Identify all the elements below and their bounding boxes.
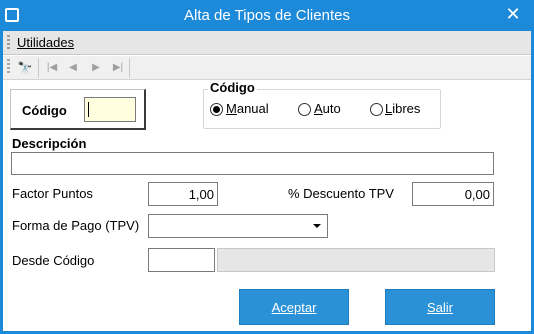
toolbar <box>3 56 531 80</box>
toolbar-separator <box>38 58 39 78</box>
radio-manual[interactable] <box>210 103 223 116</box>
desde-codigo-label: Desde Código <box>12 253 95 268</box>
previous-record-icon[interactable]: ◀ <box>64 59 82 77</box>
descripcion-input[interactable] <box>11 152 494 175</box>
close-icon[interactable]: ✕ <box>498 0 528 31</box>
code-label: Código <box>22 103 67 118</box>
radio-manual-label[interactable]: Manual <box>226 101 269 116</box>
factor-puntos-label: Factor Puntos <box>12 186 93 201</box>
binoculars-icon[interactable]: 🔭 <box>14 59 36 77</box>
salir-button-label: Salir <box>426 300 453 315</box>
aceptar-button-label: Aceptar <box>271 300 317 315</box>
menu-bar <box>3 31 531 55</box>
radio-libres[interactable] <box>370 103 383 116</box>
toolbar-separator <box>129 58 130 78</box>
next-record-icon[interactable]: ▶ <box>87 59 105 77</box>
factor-puntos-input[interactable]: 1,00 <box>148 182 218 206</box>
descuento-tpv-label: % Descuento TPV <box>288 186 394 201</box>
salir-button[interactable]: Salir <box>385 289 495 325</box>
first-record-icon[interactable]: |◀ <box>43 59 61 77</box>
aceptar-button[interactable]: Aceptar <box>239 289 349 325</box>
descripcion-label: Descripción <box>12 136 87 151</box>
forma-pago-select[interactable] <box>148 214 328 238</box>
radio-auto-label[interactable]: Auto <box>314 101 341 116</box>
forma-pago-label: Forma de Pago (TPV) <box>12 218 140 233</box>
code-input[interactable] <box>84 97 136 122</box>
text-caret <box>88 102 89 117</box>
window-title: Alta de Tipos de Clientes <box>184 7 350 24</box>
menu-utilidades[interactable]: Utilidades <box>17 35 74 51</box>
desde-codigo-input[interactable] <box>148 248 215 272</box>
last-record-icon[interactable]: ▶| <box>109 59 127 77</box>
desde-codigo-description <box>217 248 495 272</box>
radio-auto[interactable] <box>298 103 311 116</box>
toolbar-grip[interactable] <box>7 59 10 75</box>
menu-grip[interactable] <box>7 35 10 51</box>
codigo-group-title: Código <box>208 80 257 95</box>
chevron-down-icon[interactable] <box>313 224 321 228</box>
radio-libres-label[interactable]: Libres <box>385 101 420 116</box>
descuento-tpv-input[interactable]: 0,00 <box>412 182 494 206</box>
